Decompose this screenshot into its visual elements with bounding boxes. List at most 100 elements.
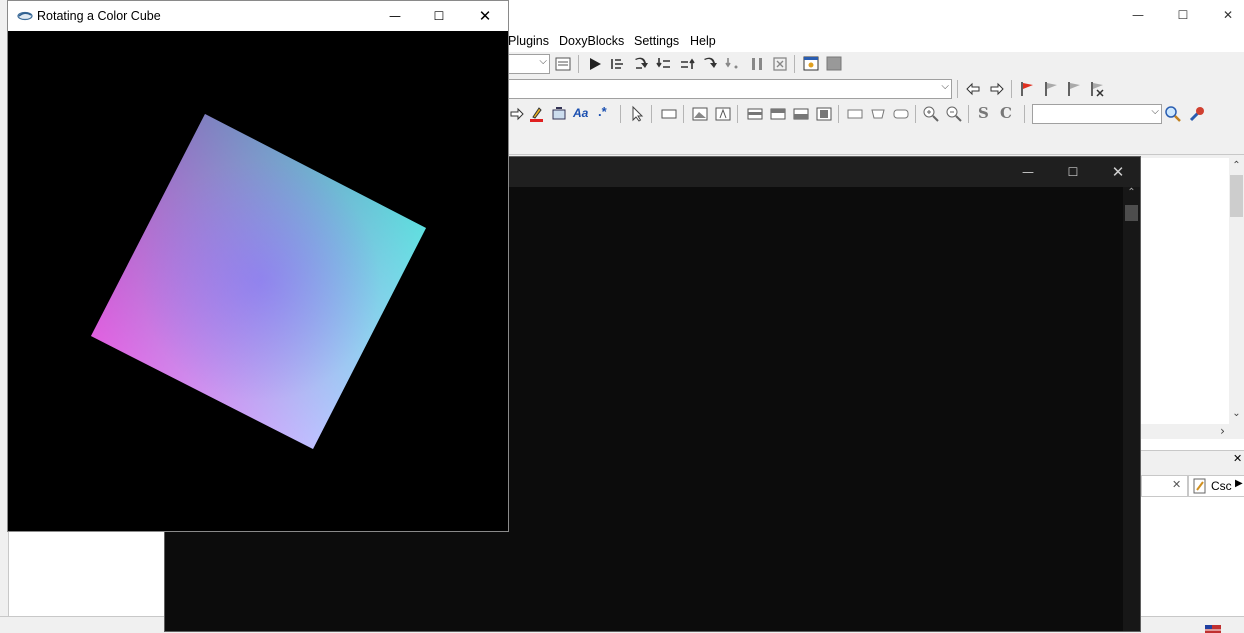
gl-maximize-button[interactable]: ☐ — [416, 1, 462, 31]
console-scrollbar[interactable]: ⌃ — [1123, 187, 1140, 631]
console-minimize-button[interactable]: — — [1005, 157, 1051, 187]
ide-close-button[interactable]: ✕ — [1205, 0, 1244, 31]
cube-face-center — [91, 114, 426, 449]
chevron-down-icon: ⌵ — [1151, 106, 1159, 117]
arrow-right-icon[interactable] — [508, 105, 526, 123]
document-icon — [1193, 478, 1206, 494]
gl-minimize-button[interactable]: — — [372, 1, 418, 31]
search-combo[interactable]: ⌵ — [1032, 104, 1162, 124]
ide-titlebar: — ☐ ✕ — [508, 0, 1244, 31]
pause-icon[interactable] — [748, 55, 766, 73]
next-instruction-icon[interactable] — [701, 55, 719, 73]
editor-tab-strip — [508, 134, 1244, 155]
step-into-icon[interactable] — [655, 55, 673, 73]
tab-label: Csc — [1211, 479, 1232, 493]
scroll-right-icon[interactable]: › — [1215, 424, 1230, 438]
gl-canvas[interactable] — [8, 31, 508, 531]
menu-settings[interactable]: Settings — [634, 34, 679, 48]
code-completion-combo[interactable]: ⌵ — [508, 79, 952, 99]
build-target-combo[interactable]: ⌵ — [508, 54, 550, 74]
window-title: Rotating a Color Cube — [37, 9, 161, 23]
run-to-cursor-icon[interactable] — [609, 55, 627, 73]
build-options-icon[interactable] — [554, 55, 572, 73]
logs-pane: ✕ ✕ Csc ▶ — [1141, 450, 1244, 632]
toolbar-separator — [683, 105, 684, 123]
debug-toolbar: ⌵ — [508, 52, 1244, 76]
layout-mid-icon[interactable] — [769, 105, 787, 123]
prev-bookmark-icon[interactable] — [1042, 80, 1060, 98]
wrench-icon[interactable] — [1188, 105, 1206, 123]
pointer-icon[interactable] — [628, 105, 646, 123]
toolbar-separator — [968, 105, 969, 123]
strikeout-s-icon[interactable]: S — [978, 104, 989, 122]
menu-help[interactable]: Help — [690, 34, 716, 48]
replace-icon[interactable] — [550, 105, 568, 123]
toolbar-separator — [1024, 105, 1025, 123]
horizontal-scrollbar[interactable]: › — [1141, 424, 1244, 439]
tab-scroll-right-icon[interactable]: ▶ — [1235, 478, 1243, 489]
pane-close-icon[interactable]: ✕ — [1233, 452, 1242, 465]
scroll-thumb[interactable] — [1125, 205, 1138, 221]
toolbar-separator — [737, 105, 738, 123]
scroll-down-icon[interactable]: ⌄ — [1229, 408, 1244, 419]
arrow-left-icon[interactable] — [964, 80, 982, 98]
strikeout-c-icon[interactable]: C — [1000, 104, 1012, 122]
image-block-icon[interactable] — [691, 105, 709, 123]
pane-header: ✕ — [1141, 450, 1244, 469]
next-line-icon[interactable] — [632, 55, 650, 73]
menu-doxyblocks[interactable]: DoxyBlocks — [559, 34, 624, 48]
toolbar-separator — [838, 105, 839, 123]
console-close-button[interactable]: ✕ — [1095, 157, 1141, 187]
arrow-right-icon[interactable] — [988, 80, 1006, 98]
stop-debug-icon[interactable] — [771, 55, 789, 73]
toolbar-separator — [1011, 80, 1012, 98]
zoom-out-icon[interactable] — [945, 105, 963, 123]
step-into-instruction-icon[interactable] — [724, 55, 742, 73]
layout-top-icon[interactable] — [746, 105, 764, 123]
toolbar-separator — [915, 105, 916, 123]
app-icon — [17, 11, 33, 21]
gl-close-button[interactable]: ✕ — [462, 1, 508, 31]
pane-content — [1141, 497, 1244, 632]
scroll-thumb[interactable] — [1230, 175, 1243, 217]
ide-maximize-button[interactable]: ☐ — [1160, 0, 1206, 31]
debug-windows-icon[interactable] — [802, 55, 820, 73]
shape-frame-icon[interactable] — [869, 105, 887, 123]
chevron-down-icon: ⌵ — [539, 56, 547, 67]
scroll-up-icon[interactable]: ⌃ — [1123, 187, 1140, 198]
chevron-down-icon: ⌵ — [941, 81, 949, 92]
step-out-icon[interactable] — [678, 55, 696, 73]
highlighter-icon[interactable] — [527, 105, 545, 123]
rectangle-icon[interactable] — [660, 105, 678, 123]
toolbar-separator — [578, 55, 579, 73]
vertical-scrollbar[interactable]: ⌃ ⌄ — [1229, 158, 1244, 424]
bookmark-flag-icon[interactable] — [1018, 80, 1036, 98]
debug-run-icon[interactable] — [586, 55, 604, 73]
layout-bottom-icon[interactable] — [792, 105, 810, 123]
various-info-icon[interactable] — [825, 55, 843, 73]
toolbar-separator — [957, 80, 958, 98]
zoom-in-icon[interactable] — [922, 105, 940, 123]
toolbar-separator — [620, 105, 621, 123]
format-toolbar: Aa .* S C ⌵ — [508, 102, 1244, 127]
shape-rect-icon[interactable] — [846, 105, 864, 123]
next-bookmark-icon[interactable] — [1065, 80, 1083, 98]
shape-rounded-icon[interactable] — [892, 105, 910, 123]
match-case-icon[interactable]: Aa — [573, 106, 588, 120]
toolbar-separator — [794, 55, 795, 73]
menu-plugins[interactable]: Plugins — [508, 34, 549, 48]
scroll-up-icon[interactable]: ⌃ — [1229, 160, 1244, 171]
search-toolbar: ⌵ — [508, 77, 1244, 101]
clear-bookmarks-icon[interactable] — [1088, 80, 1106, 98]
text-block-icon[interactable] — [714, 105, 732, 123]
console-maximize-button[interactable]: ☐ — [1050, 157, 1096, 187]
tab-cscope[interactable]: Csc ▶ — [1188, 475, 1244, 497]
regex-icon[interactable]: .* — [598, 104, 607, 119]
pane-search-field[interactable]: ✕ — [1141, 475, 1188, 497]
toolbar-separator — [651, 105, 652, 123]
ide-minimize-button[interactable]: — — [1115, 0, 1161, 31]
search-icon[interactable] — [1164, 105, 1182, 123]
layout-full-icon[interactable] — [815, 105, 833, 123]
menubar: Plugins DoxyBlocks Settings Help — [508, 31, 1244, 52]
close-icon[interactable]: ✕ — [1172, 478, 1181, 491]
